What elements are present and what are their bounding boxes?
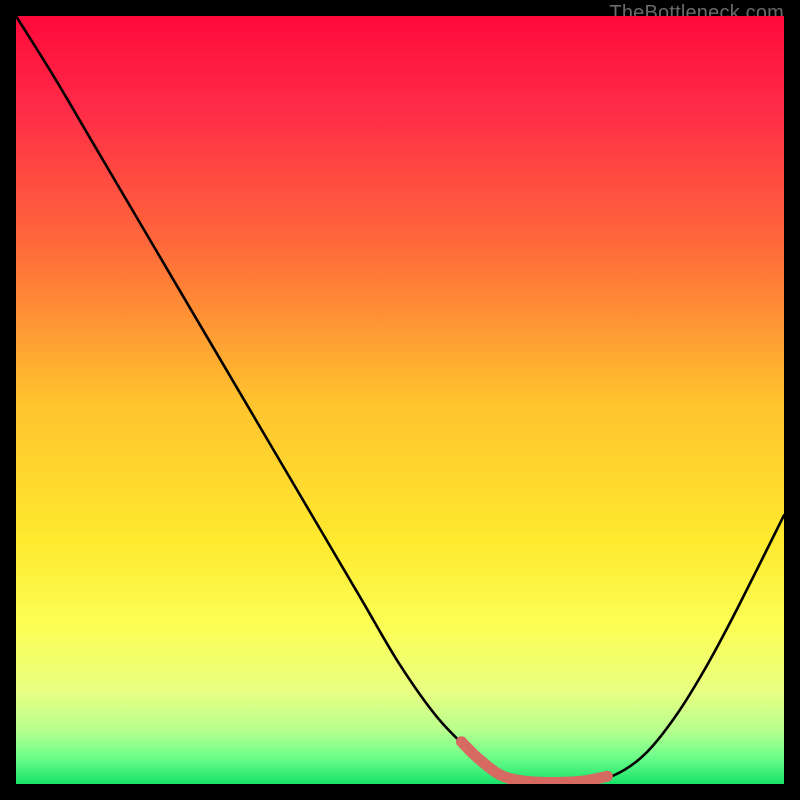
optimal-zone-marker [461,742,607,783]
plot-area [16,16,784,784]
bottleneck-curve-path [16,16,784,782]
chart-container: TheBottleneck.com [0,0,800,800]
bottleneck-curve-svg [16,16,784,784]
